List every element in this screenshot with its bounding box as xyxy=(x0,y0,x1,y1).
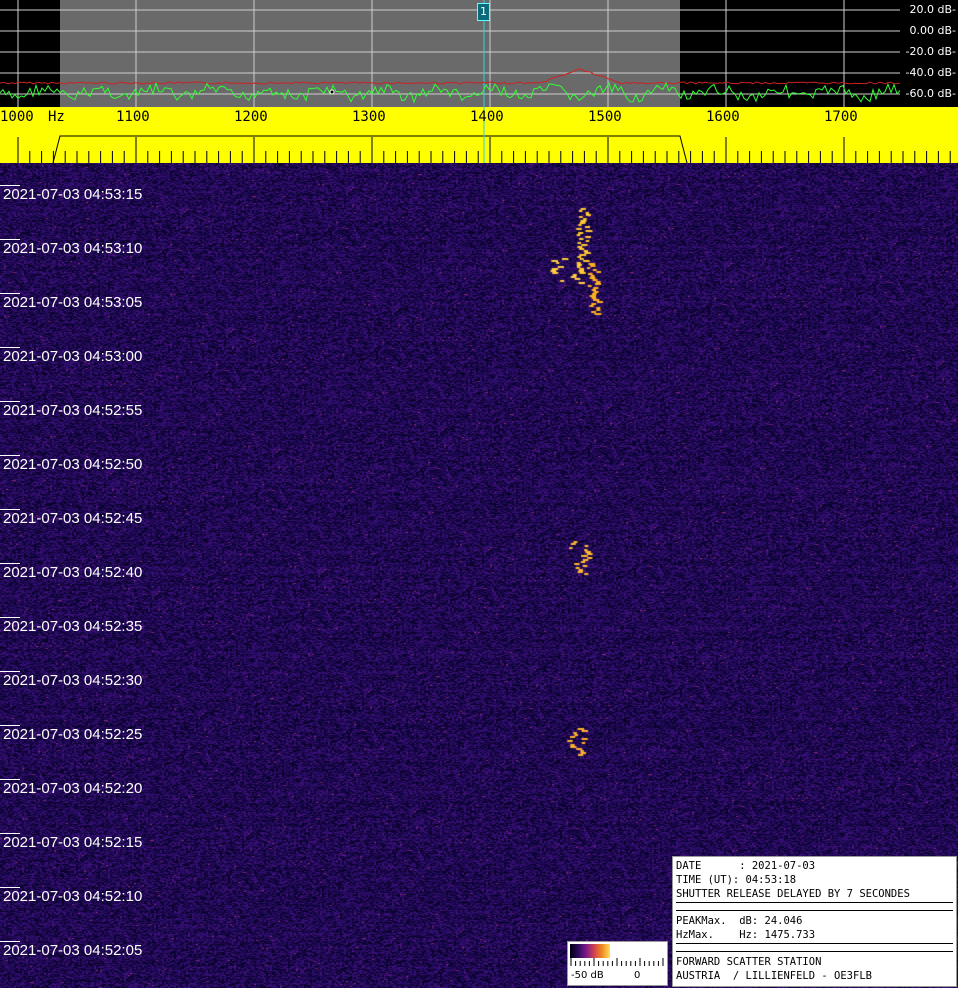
timestamp-label: 2021-07-03 04:53:15 xyxy=(3,186,143,203)
peak-hz-line: HzMax. Hz: 1475.733 xyxy=(676,929,816,941)
timestamp-label: 2021-07-03 04:53:10 xyxy=(3,240,143,257)
separator xyxy=(676,902,953,911)
timestamp-label: 2021-07-03 04:52:10 xyxy=(3,888,143,905)
timestamp-label: 2021-07-03 04:52:55 xyxy=(3,402,143,419)
timestamp-label: 2021-07-03 04:52:35 xyxy=(3,618,143,635)
color-gradient xyxy=(570,944,610,958)
cursor-dot xyxy=(329,89,335,95)
timestamp-label: 2021-07-03 04:52:05 xyxy=(3,942,143,959)
db-label-2: 0.00 dB- xyxy=(909,24,957,37)
freq-label-1700: 1700 xyxy=(824,109,858,125)
timestamp-label: 2021-07-03 04:52:45 xyxy=(3,510,143,527)
peak-db-line: PEAKMax. dB: 24.046 xyxy=(676,915,803,927)
color-scale-legend: -50 dB 0 xyxy=(567,941,668,986)
marker-1-flag[interactable]: 1 xyxy=(477,3,490,21)
db-label-4: -40.0 dB- xyxy=(905,66,956,79)
timestamp-label: 2021-07-03 04:52:15 xyxy=(3,834,143,851)
db-label-1: 20.0 dB- xyxy=(909,3,957,16)
timestamp-label: 2021-07-03 04:53:05 xyxy=(3,294,143,311)
separator xyxy=(676,943,953,952)
timestamp-label: 2021-07-03 04:52:30 xyxy=(3,672,143,689)
freq-label-1300: 1300 xyxy=(352,109,386,125)
station-line: FORWARD SCATTER STATION xyxy=(676,956,822,968)
db-label-5: -60.0 dB- xyxy=(905,87,956,100)
freq-unit: Hz xyxy=(48,109,65,125)
scale-max-label: 0 xyxy=(634,970,641,981)
scale-min-label: -50 dB xyxy=(571,970,604,981)
timestamp-label: 2021-07-03 04:52:20 xyxy=(3,780,143,797)
freq-label-1500: 1500 xyxy=(588,109,622,125)
timestamp-label: 2021-07-03 04:52:50 xyxy=(3,456,143,473)
freq-label-1100: 1100 xyxy=(116,109,150,125)
timestamp-label: 2021-07-03 04:53:00 xyxy=(3,348,143,365)
date-line: DATE : 2021-07-03 xyxy=(676,860,816,872)
shutter-line: SHUTTER RELEASE DELAYED BY 7 SECONDES xyxy=(676,888,910,900)
freq-label-1200: 1200 xyxy=(234,109,268,125)
info-box: DATE : 2021-07-03 TIME (UT): 04:53:18 SHUT… xyxy=(672,856,957,987)
spectrum-panel[interactable]: 20.0 dB- 0.00 dB- -20.0 dB- -40.0 dB- -6… xyxy=(0,0,958,107)
location-line: AUSTRIA / LILLIENFELD - OE3FLB xyxy=(676,970,872,982)
timestamp-label: 2021-07-03 04:52:40 xyxy=(3,564,143,581)
freq-label-1000: 1000 xyxy=(0,109,34,125)
freq-label-1600: 1600 xyxy=(706,109,740,125)
db-label-3: -20.0 dB- xyxy=(905,45,956,58)
time-line: TIME (UT): 04:53:18 xyxy=(676,874,797,886)
frequency-ruler[interactable]: 1000 Hz 1100 1200 1300 1400 1500 1600 17… xyxy=(0,107,958,163)
scale-ticks xyxy=(570,958,664,966)
freq-label-1400: 1400 xyxy=(470,109,504,125)
timestamp-label: 2021-07-03 04:52:25 xyxy=(3,726,143,743)
